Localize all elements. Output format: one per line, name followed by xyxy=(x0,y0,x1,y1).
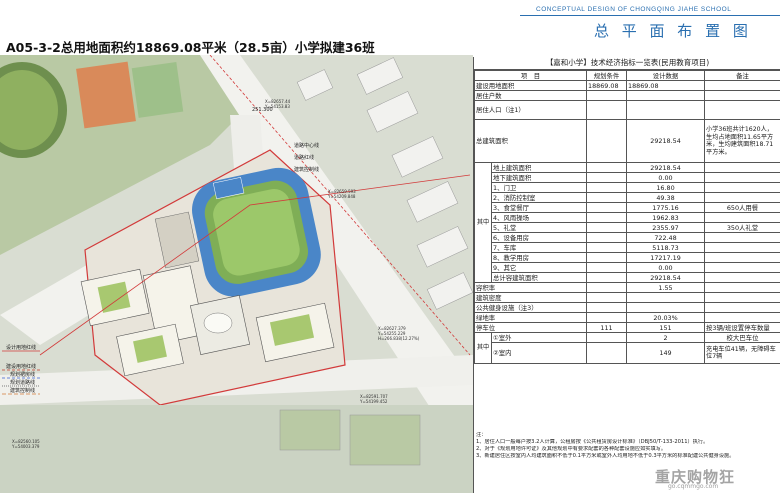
table-row: 1、门卫 16.80 xyxy=(475,182,780,193)
legend-label: 建筑控制线 xyxy=(10,387,35,394)
econ-indicator-panel: 【嘉和小学】技术经济指标一览表(民用教育项目) 项 目 规划条件 设计数据 备注… xyxy=(473,57,780,493)
table-row: 总建筑面积 29218.54 小学36班共计1620人，生均占地面积11.65平… xyxy=(473,119,780,163)
table-row: 建筑密度 xyxy=(473,292,780,303)
table-row: 9、其它 0.00 xyxy=(475,262,780,273)
table-header-cell: 项 目 xyxy=(473,70,588,81)
plan-coord-label: X=82659.593 Y=54209.848 xyxy=(327,189,356,199)
table-row: 绿地率 20.03% xyxy=(473,312,780,323)
table-header-cell: 备注 xyxy=(704,70,780,81)
site-plan-drawing: 251.300 X=82657.44 Y=54153.83 X=82659.593… xyxy=(0,55,473,493)
table-row: 居住户数 xyxy=(473,90,780,101)
table-row: 3、食堂餐厅 1775.16 650人用餐 xyxy=(475,202,780,213)
table-header-cell: 规划条件 xyxy=(586,70,628,81)
table-row: 5、礼堂 2355.97 350人礼堂 xyxy=(475,222,780,233)
table-row: 4、风雨操场 1962.83 xyxy=(475,212,780,223)
table-row: 公共健身设施（注3） xyxy=(473,302,780,313)
page-title: A05-3-2总用地面积约18869.08平米（28.5亩）小学拟建36班 xyxy=(6,40,375,55)
note-line: 1、居住人口一般每户按3.2人计算，公租房按《公共租赁房设计标准》（DBJ50/… xyxy=(476,439,709,445)
watermark-url: go.cqmmgo.com xyxy=(668,483,719,490)
note-line: 注： xyxy=(476,432,487,438)
table-row: 6、设备用房 722.48 xyxy=(475,232,780,243)
table-row: 7、车库 5118.73 xyxy=(475,242,780,253)
econ-indicator-table: 项 目 规划条件 设计数据 备注 建设用地面积 18869.08 18869.0… xyxy=(473,70,780,364)
legend-label: 建设用地红线 xyxy=(6,363,36,370)
site-plan: 251.300 X=82657.44 Y=54153.83 X=82659.593… xyxy=(0,55,473,493)
legend-label: 规划裙房线 xyxy=(10,371,35,378)
plan-coord-label: X=82657.44 Y=54153.83 xyxy=(264,99,291,109)
table-header-cell: 设计数据 xyxy=(626,70,706,81)
table-title: 【嘉和小学】技术经济指标一览表(民用教育项目) xyxy=(474,57,780,70)
plan-annotation: 道路中心线 xyxy=(294,142,319,149)
header-divider xyxy=(520,15,780,16)
table-row: 2、消防控制室 49.38 xyxy=(475,192,780,203)
legend-label: 规划道路线 xyxy=(10,379,35,386)
plan-coord-label: X=82560.105 Y=54003.379 xyxy=(11,439,40,449)
table-row: 停车位 111 151 按3辆/班设置停车数量 xyxy=(473,322,780,333)
table-row: 其中 ①室外 2 校大巴车位 xyxy=(474,332,780,364)
table-row: 8、教学用房 17217.19 xyxy=(475,252,780,263)
table-row: 地下建筑面积 0.00 xyxy=(475,172,780,183)
plan-coord-label: X=82591.707 Y=54199.452 xyxy=(359,394,388,404)
group-label: 其中 xyxy=(474,162,492,283)
table-header-row: 项 目 规划条件 设计数据 备注 xyxy=(473,70,780,81)
table-row: 其中 地上建筑面积 29218.54 xyxy=(474,162,780,283)
legend-label: 设计用地红线 xyxy=(6,344,36,351)
header-subtitle-en: CONCEPTUAL DESIGN OF CHONGQING JIAHE SCH… xyxy=(536,6,732,13)
table-row: 居住人口（注1） xyxy=(473,100,780,120)
plan-annotation: 道路红线 xyxy=(294,154,314,161)
note-line: 2、对于《规划用地许可证》及其他规划中有要求配套的各种配套设施应如实填写。 xyxy=(476,446,667,452)
table-row: 容积率 1.55 xyxy=(473,282,780,293)
plan-annotation: 建筑控制线 xyxy=(294,166,319,173)
group-label: 其中 xyxy=(474,332,492,364)
table-row: 总计容建筑面积 29218.54 xyxy=(475,272,780,283)
note-line: 3、新建居住区按室内人均建筑面积不低于0.1平方米或室外人均用地不低于0.3平方… xyxy=(476,453,735,459)
table-row: ②室内 149 充电车位41辆，无障碍车位7辆 xyxy=(475,342,780,364)
table-row: 建设用地面积 18869.08 18869.08 xyxy=(473,80,780,91)
table-notes: 注： 1、居住人口一般每户按3.2人计算，公租房按《公共租赁房设计标准》（DBJ… xyxy=(476,432,778,460)
header-title: 总 平 面 布 置 图 xyxy=(594,22,752,40)
